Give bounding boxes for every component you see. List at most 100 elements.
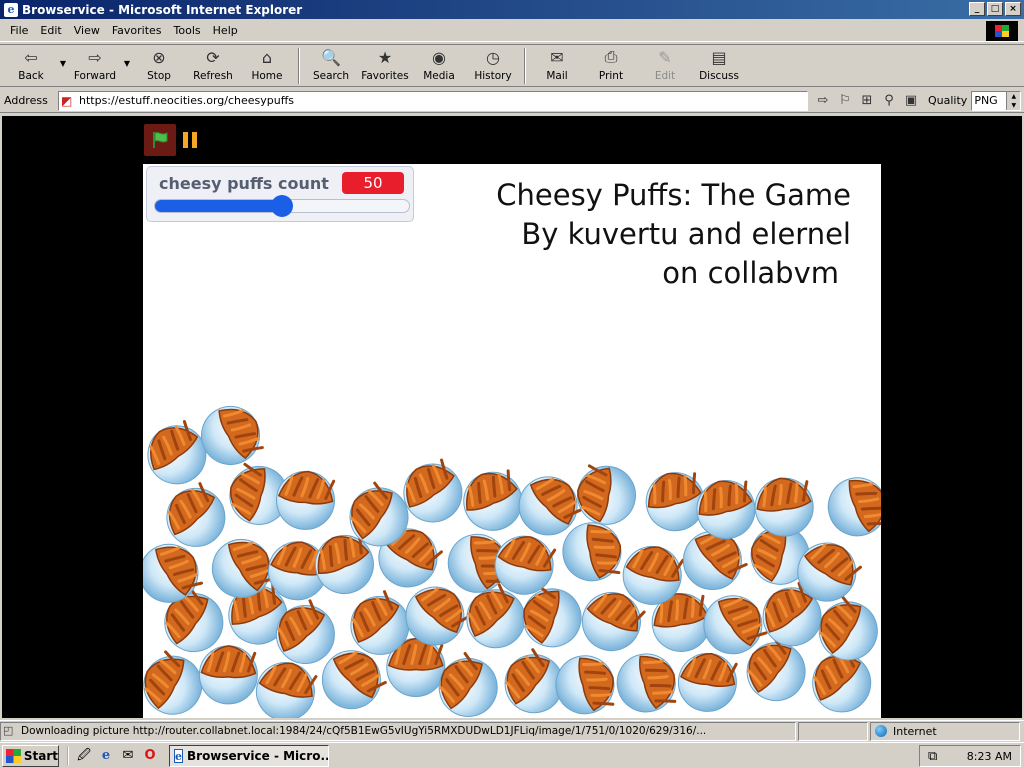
variable-value: 50 xyxy=(342,172,404,194)
security-zone: Internet xyxy=(870,721,1020,741)
page-search-icon[interactable]: ⊞ xyxy=(858,92,876,110)
forward-dropdown-icon[interactable]: ▼ xyxy=(122,45,132,68)
back-arrow-icon: ⇦ xyxy=(24,47,38,67)
stop-button[interactable]: ⊗ Stop xyxy=(132,45,186,85)
variable-name: cheesy puffs count xyxy=(159,174,329,193)
pause-bar xyxy=(192,132,197,148)
maximize-button[interactable]: □ xyxy=(987,2,1003,16)
search-icon: 🔍 xyxy=(321,47,341,67)
window-title: Browservice - Microsoft Internet Explore… xyxy=(22,2,303,17)
network-icon[interactable]: ⧉ xyxy=(928,749,937,764)
game-title: Cheesy Puffs: The Game By kuvertu and el… xyxy=(496,176,851,293)
go-arrow-icon[interactable]: ⇨ xyxy=(814,92,832,110)
home-button[interactable]: ⌂ Home xyxy=(240,45,294,85)
find-icon[interactable]: ⚲ xyxy=(880,92,898,110)
browservice-controls: ⇨ ⚐ ⊞ ⚲ ▣ xyxy=(814,92,920,110)
start-button[interactable]: Start xyxy=(2,744,59,767)
status-text-pane: ◰ Downloading picture http://router.coll… xyxy=(0,721,796,741)
green-flag-icon xyxy=(153,132,168,148)
clipboard-icon[interactable]: ▣ xyxy=(902,92,920,110)
favorites-folder-icon: ★ xyxy=(377,47,393,67)
quality-spinner-icon[interactable]: ▲ ▼ xyxy=(1006,91,1021,110)
status-progress-pane xyxy=(798,721,868,741)
mail-button[interactable]: ✉ Mail xyxy=(530,45,584,85)
game-stage[interactable]: cheesy puffs count 50 Cheesy Puffs: The … xyxy=(143,164,881,718)
task-ie-window[interactable]: e Browservice - Micro... xyxy=(169,744,329,767)
title-line: By kuvertu and elernel xyxy=(521,217,851,251)
windows-logo-icon xyxy=(986,21,1018,41)
search-label: Search xyxy=(312,70,350,82)
home-icon: ⌂ xyxy=(261,47,273,67)
discuss-icon: ▤ xyxy=(711,47,727,67)
forward-arrow-icon: ⇨ xyxy=(88,47,102,67)
address-url: https://estuff.neocities.org/cheesypuffs xyxy=(79,94,295,107)
pause-button[interactable] xyxy=(183,132,201,150)
menu-bar: File Edit View Favorites Tools Help xyxy=(0,20,1024,42)
zone-label: Internet xyxy=(893,724,937,738)
internet-explorer-icon[interactable]: e xyxy=(97,747,115,765)
back-dropdown-icon[interactable]: ▼ xyxy=(58,45,68,68)
edit-icon: ✎ xyxy=(658,47,672,67)
download-page-icon: ◰ xyxy=(3,724,14,737)
discuss-button[interactable]: ▤ Discuss xyxy=(692,45,746,85)
favorites-label: Favorites xyxy=(361,70,409,82)
title-line: on collabvm xyxy=(662,256,839,290)
close-button[interactable]: × xyxy=(1005,2,1021,16)
outlook-express-icon[interactable]: ✉ xyxy=(119,747,137,765)
address-bar: Address ◩ https://estuff.neocities.org/c… xyxy=(0,89,1024,113)
minimize-button[interactable]: _ xyxy=(969,2,985,16)
title-bar[interactable]: e Browservice - Microsoft Internet Explo… xyxy=(0,0,1024,19)
windows-flag-icon xyxy=(6,748,21,763)
status-bar: ◰ Downloading picture http://router.coll… xyxy=(0,720,1024,741)
quick-launch: 🖉 e ✉ O xyxy=(67,746,159,765)
stop-icon: ⊗ xyxy=(152,47,166,67)
menu-favorites[interactable]: Favorites xyxy=(106,24,168,37)
address-input[interactable]: ◩ https://estuff.neocities.org/cheesypuf… xyxy=(58,90,808,111)
puff-bowl xyxy=(616,653,677,713)
task-label: Browservice - Micro... xyxy=(187,748,329,763)
quality-select[interactable]: PNG ▲ ▼ xyxy=(971,90,1022,111)
system-tray: ⧉ 8:23 AM xyxy=(919,745,1021,767)
puff-bowl xyxy=(577,464,636,525)
discuss-label: Discuss xyxy=(699,70,739,82)
stop-label: Stop xyxy=(147,70,171,82)
history-icon: ◷ xyxy=(486,47,500,67)
puff-bowl xyxy=(198,645,258,705)
mail-icon: ✉ xyxy=(550,47,564,67)
slider-thumb[interactable] xyxy=(271,195,293,217)
bookmark-icon[interactable]: ⚐ xyxy=(836,92,854,110)
search-button[interactable]: 🔍 Search xyxy=(304,45,358,85)
opera-icon[interactable]: O xyxy=(141,747,159,765)
favorites-button[interactable]: ★ Favorites xyxy=(358,45,412,85)
slider-fill xyxy=(155,200,282,212)
puff-bowl xyxy=(677,652,738,712)
edit-label: Edit xyxy=(654,70,676,82)
edit-button: ✎ Edit xyxy=(638,45,692,85)
variable-monitor: cheesy puffs count 50 xyxy=(146,166,414,222)
menu-file[interactable]: File xyxy=(4,24,34,37)
history-label: History xyxy=(474,70,512,82)
media-button[interactable]: ◉ Media xyxy=(412,45,466,85)
forward-button[interactable]: ⇨ Forward xyxy=(68,45,122,85)
history-button[interactable]: ◷ History xyxy=(466,45,520,85)
page-icon: ◩ xyxy=(61,93,73,108)
count-slider[interactable] xyxy=(154,195,410,217)
start-label: Start xyxy=(23,748,58,763)
puff-bowl xyxy=(818,595,878,661)
puff-bowl xyxy=(255,662,318,718)
standard-toolbar: ⇦ Back ▼ ⇨ Forward ▼ ⊗ Stop ⟳ Refresh ⌂ … xyxy=(0,44,1024,87)
green-flag-button[interactable] xyxy=(144,124,176,156)
print-button[interactable]: ⎙ Print xyxy=(584,45,638,85)
quality-control: Quality PNG ▲ ▼ xyxy=(928,90,1022,111)
forward-label: Forward xyxy=(73,70,117,82)
refresh-button[interactable]: ⟳ Refresh xyxy=(186,45,240,85)
menu-view[interactable]: View xyxy=(68,24,106,37)
back-button[interactable]: ⇦ Back xyxy=(4,45,58,85)
menu-help[interactable]: Help xyxy=(207,24,244,37)
clock[interactable]: 8:23 AM xyxy=(967,750,1012,763)
menu-edit[interactable]: Edit xyxy=(34,24,67,37)
menu-tools[interactable]: Tools xyxy=(168,24,207,37)
print-label: Print xyxy=(598,70,624,82)
ie-window: e Browservice - Microsoft Internet Explo… xyxy=(0,0,1024,768)
show-desktop-icon[interactable]: 🖉 xyxy=(75,747,93,765)
